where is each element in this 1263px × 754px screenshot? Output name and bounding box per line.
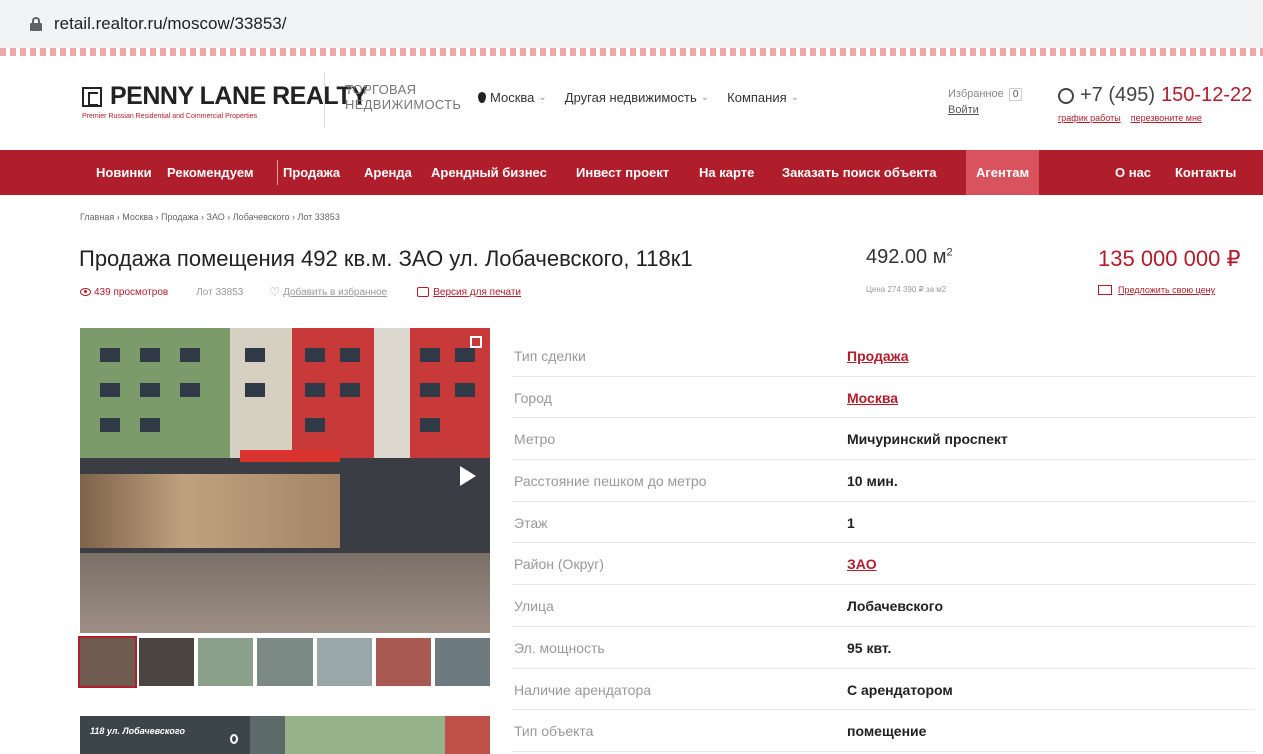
offer-price-link[interactable]: Предложить свою цену [1098,285,1215,295]
header-divider [324,72,325,128]
nav-item-rent[interactable]: Аренда [364,150,412,195]
area-value: 492.00 м2 [866,246,953,268]
nav-item-invest-project[interactable]: Инвест проект [576,150,669,195]
header-nav: Москва ⌄ Другая недвижимость ⌄ Компания … [478,90,799,105]
thumbnail[interactable] [77,636,138,688]
schedule-link[interactable]: график работы [1058,113,1121,123]
thumbnail-strip [77,636,490,688]
nav-item-sale[interactable]: Продажа [283,150,340,195]
breadcrumb[interactable]: Главная › Москва › Продажа › ЗАО › Лобач… [80,212,340,222]
browser-address-bar[interactable]: retail.realtor.ru/moscow/33853/ [0,0,1263,48]
nav-item-recommended[interactable]: Рекомендуем [167,150,254,195]
property-row-power: Эл. мощность 95 квт. [512,627,1255,669]
header-nav-other-property[interactable]: Другая недвижимость ⌄ [565,90,709,105]
header-nav-city[interactable]: Москва ⌄ [478,90,547,105]
thumbnail[interactable] [257,638,313,686]
chevron-down-icon: ⌄ [538,92,547,103]
logo-name: PENNY LANE REALTY [110,82,368,110]
category-label[interactable]: ТОРГОВАЯ НЕДВИЖИМОСТЬ [345,82,461,112]
chevron-down-icon: ⌄ [790,92,800,103]
property-row-district: Район (Округ) ЗАО [512,543,1255,586]
nav-item-order-search[interactable]: Заказать поиск объекта [782,150,937,195]
add-favorite-link[interactable]: Добавить в избранное [283,287,387,298]
nav-item-agents[interactable]: Агентам [966,150,1040,195]
property-row-street: Улица Лобачевского [512,585,1255,627]
property-row-metro: Метро Мичуринский проспект [512,418,1255,461]
property-row-walk-distance: Расстояние пешком до метро 10 мин. [512,460,1255,502]
print-icon[interactable] [417,287,430,297]
property-row-city: Город Москва [512,377,1255,419]
nav-separator [277,160,278,185]
header-nav-company[interactable]: Компания ⌄ [727,90,799,105]
photo-caption: 118 ул. Лобачевского [90,726,185,736]
print-version-link[interactable]: Версия для печати [433,287,521,298]
thumbnail[interactable] [375,638,431,686]
site-header: PENNY LANE REALTY Premier Russian Reside… [0,56,1263,150]
property-row-floor: Этаж 1 [512,502,1255,544]
property-row-deal-type: Тип сделки Продажа [512,335,1255,377]
secondary-photo[interactable]: 118 ул. Лобачевского [80,716,490,754]
lot-number: Лот 33853 [196,286,244,298]
phone-prefix[interactable]: +7 (495) [1080,84,1155,107]
callback-link[interactable]: перезвоните мне [1131,113,1202,123]
ruble-tag-icon [1098,285,1112,295]
favorites-block: Избранное 0 Войти [948,88,1023,116]
phone-block: +7 (495) 150-12-22 график работы перезво… [1058,84,1252,123]
page-title: Продажа помещения 492 кв.м. ЗАО ул. Лоба… [79,246,693,271]
chevron-down-icon: ⌄ [700,92,710,103]
next-arrow-icon[interactable] [460,466,476,486]
nav-item-contacts[interactable]: Контакты [1175,150,1236,195]
main-photo[interactable] [80,328,490,633]
favorites-link[interactable]: Избранное [948,88,1004,100]
location-pin-icon [230,734,238,744]
nav-item-about[interactable]: О нас [1115,150,1151,195]
views-count: 439 просмотров [94,286,169,298]
thumbnail[interactable] [434,638,490,686]
thumbnail[interactable] [198,638,254,686]
logo-mark-icon [82,86,102,107]
expand-icon[interactable] [470,336,482,348]
thumbnail[interactable] [316,638,372,686]
phone-number[interactable]: 150-12-22 [1161,84,1252,107]
price-per-m2: Цена 274 390 ₽ за м2 [866,285,947,294]
eye-icon [80,288,91,296]
location-pin-icon [478,92,486,103]
favorites-count: 0 [1008,88,1023,101]
thumbnail[interactable] [139,638,195,686]
url-text[interactable]: retail.realtor.ru/moscow/33853/ [54,14,286,34]
heart-icon[interactable]: ♡ [269,285,280,299]
property-row-tenant: Наличие арендатора С арендатором [512,669,1255,711]
whatsapp-icon[interactable] [1058,87,1074,104]
login-link[interactable]: Войти [948,104,1022,116]
nav-item-new[interactable]: Новинки [96,150,152,195]
property-row-object-type: Тип объекта помещение [512,710,1255,752]
listing-price: 135 000 000 ₽ [1098,246,1241,271]
listing-meta: 439 просмотров Лот 33853 ♡ Добавить в из… [80,285,521,299]
main-nav: Новинки Рекомендуем Продажа Аренда Аренд… [0,150,1263,195]
property-details: Тип сделки Продажа Город Москва Метро Ми… [512,335,1255,752]
nav-item-rental-business[interactable]: Арендный бизнес [431,150,547,195]
nav-item-on-map[interactable]: На карте [699,150,754,195]
page-top-edge [0,48,1263,56]
lock-icon [30,17,42,31]
